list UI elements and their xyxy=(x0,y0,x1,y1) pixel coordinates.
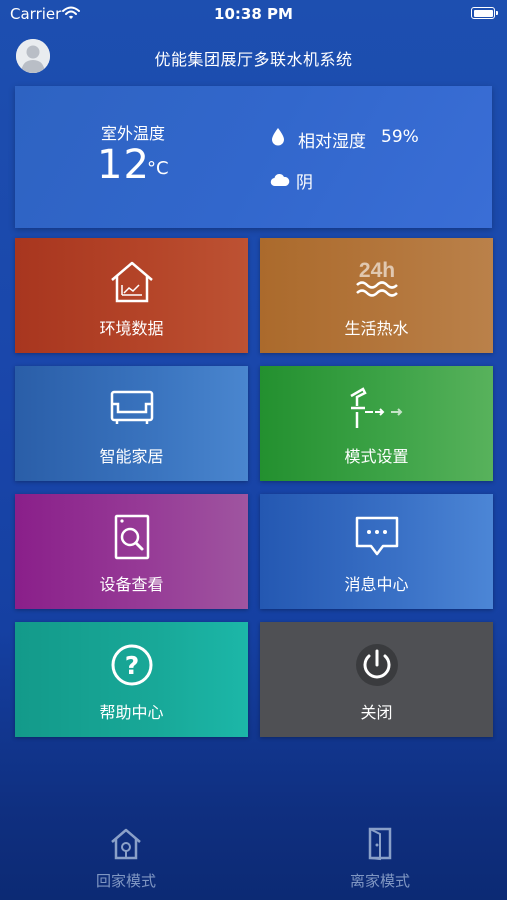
tile-help-center[interactable]: ? 帮助中心 xyxy=(15,622,248,737)
house-chart-icon xyxy=(15,258,248,304)
tile-smart-home[interactable]: 智能家居 xyxy=(15,366,248,481)
tile-label: 智能家居 xyxy=(99,447,164,466)
tile-hot-water[interactable]: 24h 生活热水 xyxy=(260,238,493,353)
tile-label: 环境数据 xyxy=(99,319,164,338)
app-header: 优能集团展厅多联水机系统 xyxy=(0,36,507,76)
sofa-icon xyxy=(15,386,248,432)
away-mode-label: 离家模式 xyxy=(349,872,410,890)
weather-condition: 阴 xyxy=(296,173,313,193)
tile-label: 模式设置 xyxy=(344,447,409,466)
svg-text:?: ? xyxy=(124,651,139,680)
hot-water-24h-icon: 24h xyxy=(260,258,493,304)
outdoor-temp-value: 12 xyxy=(97,142,150,188)
humidity-label: 相对湿度 xyxy=(298,132,366,152)
tile-label: 帮助中心 xyxy=(99,703,164,722)
home-mode-label: 回家模式 xyxy=(95,872,156,890)
status-bar: Carrier 10:38 PM xyxy=(0,0,507,28)
outdoor-temp-label: 室外温度 xyxy=(101,124,166,143)
tile-close[interactable]: 关闭 xyxy=(260,622,493,737)
svg-text:24h: 24h xyxy=(358,259,394,282)
door-exit-icon xyxy=(300,826,460,864)
status-time: 10:38 PM xyxy=(214,5,293,23)
device-search-icon xyxy=(15,514,248,560)
tile-label: 消息中心 xyxy=(344,575,409,594)
tile-label: 关闭 xyxy=(360,703,393,722)
tile-mode-settings[interactable]: 模式设置 xyxy=(260,366,493,481)
humidity-value: 59% xyxy=(381,127,419,147)
home-mode-icon xyxy=(46,826,206,864)
message-bubble-icon xyxy=(260,514,493,560)
tile-environment-data[interactable]: 环境数据 xyxy=(15,238,248,353)
tile-label: 设备查看 xyxy=(99,575,164,594)
away-mode-button[interactable]: 离家模式 xyxy=(300,826,460,896)
help-icon: ? xyxy=(15,642,248,688)
weather-card: 室外温度 12 °C 相对湿度 59% 阴 xyxy=(15,86,492,228)
home-mode-button[interactable]: 回家模式 xyxy=(46,826,206,896)
mode-faucet-icon xyxy=(260,386,493,432)
temp-unit: °C xyxy=(147,158,169,179)
battery-icon xyxy=(471,7,498,19)
cloud-icon xyxy=(270,172,290,191)
water-drop-icon xyxy=(271,128,285,150)
tile-label: 生活热水 xyxy=(344,319,409,338)
tile-message-center[interactable]: 消息中心 xyxy=(260,494,493,609)
power-icon xyxy=(260,642,493,688)
page-title: 优能集团展厅多联水机系统 xyxy=(154,50,353,69)
tile-device-view[interactable]: 设备查看 xyxy=(15,494,248,609)
